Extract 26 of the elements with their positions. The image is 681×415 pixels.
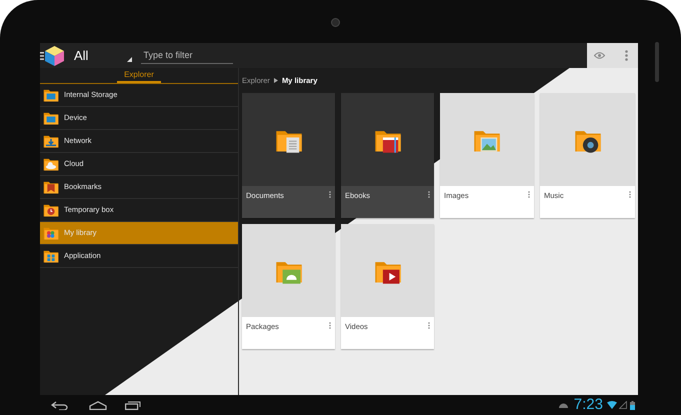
folder-icon bbox=[43, 87, 59, 103]
app-title: All bbox=[74, 46, 88, 65]
menu-icon[interactable] bbox=[40, 52, 44, 60]
notification-icon bbox=[558, 402, 568, 408]
filter-field[interactable]: Type to filter bbox=[141, 48, 234, 64]
back-icon[interactable] bbox=[51, 400, 69, 410]
eye-icon[interactable] bbox=[594, 52, 605, 59]
camera-lens bbox=[331, 18, 340, 27]
folder-icon bbox=[43, 225, 59, 241]
wifi-icon bbox=[607, 401, 617, 409]
folder-icon bbox=[43, 179, 59, 195]
folder-icon bbox=[43, 133, 59, 149]
recent-apps-icon[interactable] bbox=[125, 400, 141, 410]
clock-time: 7:23 bbox=[574, 397, 603, 413]
folder-icon bbox=[43, 110, 59, 126]
cube-logo bbox=[45, 46, 64, 66]
explorer-tab[interactable]: Explorer bbox=[117, 68, 161, 83]
home-icon[interactable] bbox=[89, 400, 107, 410]
folder-icon bbox=[43, 248, 59, 264]
dropdown-icon[interactable] bbox=[127, 57, 132, 62]
folder-icon bbox=[43, 156, 59, 172]
signal-icon bbox=[619, 401, 627, 409]
battery-icon bbox=[630, 400, 635, 410]
chevron-icon bbox=[274, 78, 278, 83]
overflow-menu-icon[interactable] bbox=[625, 50, 628, 61]
folder-icon bbox=[43, 202, 59, 218]
